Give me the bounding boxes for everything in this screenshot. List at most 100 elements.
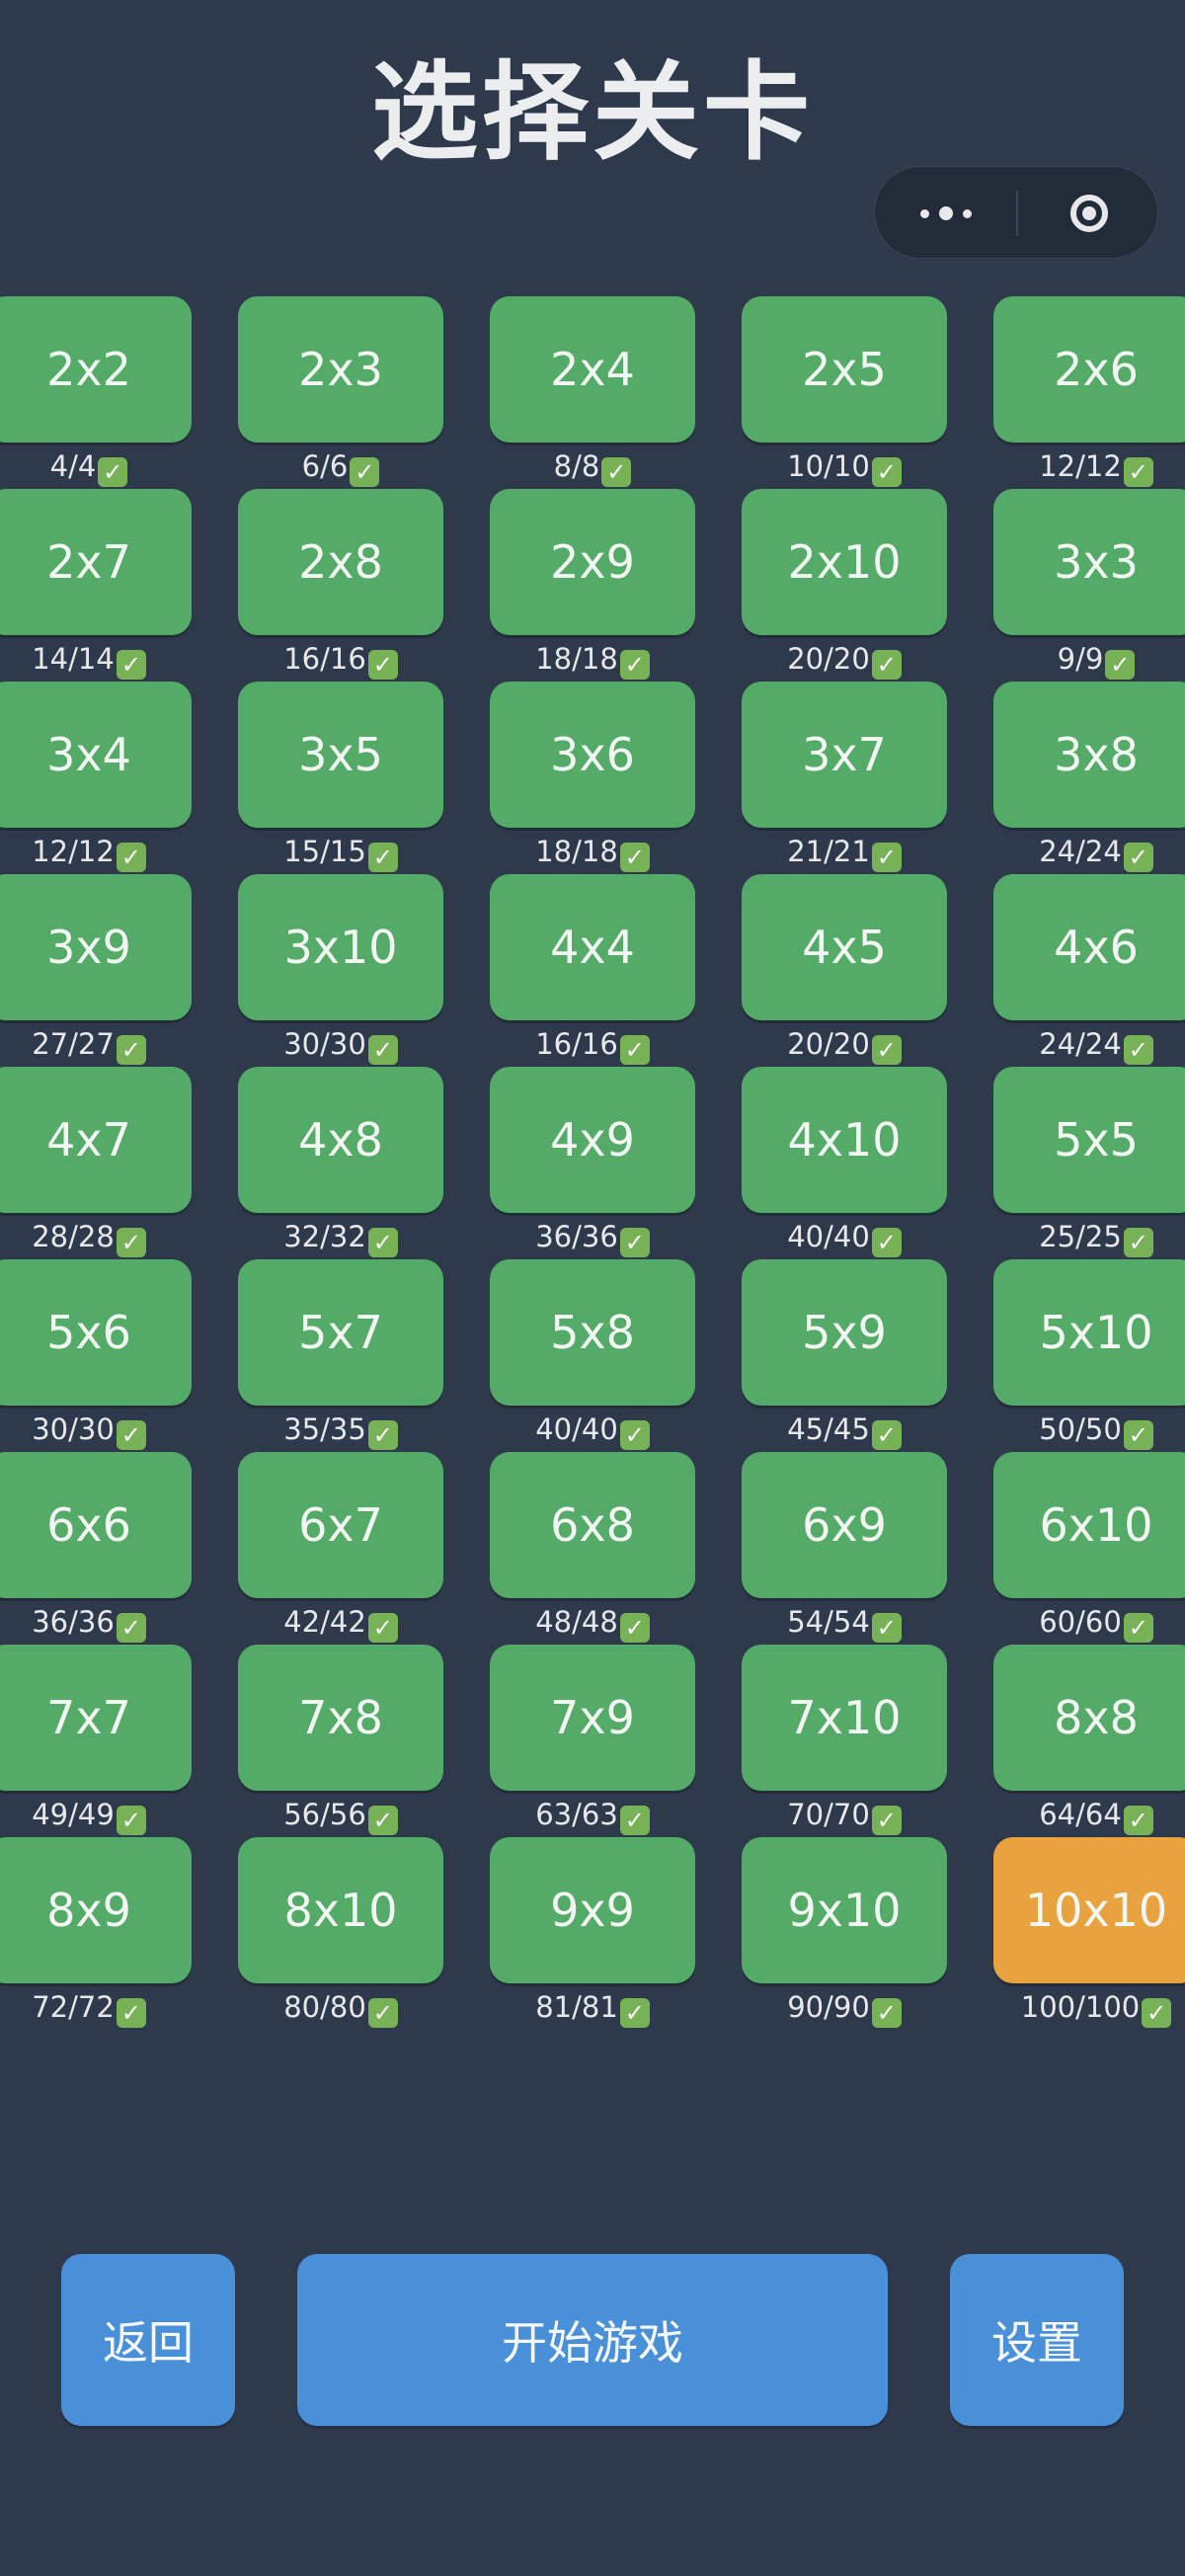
checkmark-icon: ✓ — [1105, 650, 1136, 680]
level-progress-text: 4/4 — [49, 449, 97, 483]
level-cell: 6x8 48/48 ✓ — [490, 1452, 695, 1643]
level-cell: 2x10 20/20 ✓ — [742, 489, 947, 680]
level-button[interactable]: 6x8 — [490, 1452, 695, 1598]
checkmark-icon: ✓ — [367, 1806, 398, 1835]
level-button[interactable]: 4x10 — [742, 1067, 947, 1213]
level-progress: 90/90 ✓ — [742, 1987, 947, 2028]
checkmark-icon: ✓ — [871, 1998, 902, 2028]
level-button[interactable]: 3x10 — [238, 874, 443, 1020]
level-progress-text: 56/56 — [283, 1798, 366, 1831]
level-progress-text: 36/36 — [535, 1220, 618, 1253]
checkmark-icon: ✓ — [1123, 1228, 1153, 1257]
level-button[interactable]: 4x8 — [238, 1067, 443, 1213]
level-button[interactable]: 8x10 — [238, 1837, 443, 1983]
level-button[interactable]: 6x6 — [0, 1452, 192, 1598]
level-button[interactable]: 7x9 — [490, 1645, 695, 1791]
more-dots-icon[interactable] — [875, 167, 1016, 260]
level-button[interactable]: 2x9 — [490, 489, 695, 635]
level-button[interactable]: 3x9 — [0, 874, 192, 1020]
level-progress-text: 54/54 — [787, 1605, 870, 1639]
level-button[interactable]: 2x3 — [238, 296, 443, 443]
level-button[interactable]: 2x2 — [0, 296, 192, 443]
checkmark-icon: ✓ — [367, 1420, 398, 1450]
level-button[interactable]: 2x10 — [742, 489, 947, 635]
level-button[interactable]: 9x9 — [490, 1837, 695, 1983]
level-cell: 10x10 100/100 ✓ — [993, 1837, 1185, 2028]
level-button[interactable]: 5x6 — [0, 1259, 192, 1406]
level-button[interactable]: 2x4 — [490, 296, 695, 443]
level-button[interactable]: 7x8 — [238, 1645, 443, 1791]
level-button[interactable]: 7x10 — [742, 1645, 947, 1791]
level-progress-text: 30/30 — [283, 1027, 366, 1061]
level-progress-text: 18/18 — [535, 835, 618, 868]
checkmark-icon: ✓ — [619, 1420, 650, 1450]
level-progress: 63/63 ✓ — [490, 1795, 695, 1835]
checkmark-icon: ✓ — [871, 1806, 902, 1835]
level-button[interactable]: 10x10 — [993, 1837, 1185, 1983]
level-progress: 49/49 ✓ — [0, 1795, 192, 1835]
back-button[interactable]: 返回 — [61, 2254, 235, 2426]
checkmark-icon: ✓ — [367, 843, 398, 872]
level-progress-text: 80/80 — [283, 1990, 366, 2024]
level-button[interactable]: 6x7 — [238, 1452, 443, 1598]
level-button[interactable]: 3x7 — [742, 682, 947, 828]
level-cell: 4x7 28/28 ✓ — [0, 1067, 192, 1257]
level-progress: 9/9 ✓ — [993, 639, 1185, 680]
level-progress: 56/56 ✓ — [238, 1795, 443, 1835]
checkmark-icon: ✓ — [1123, 1613, 1153, 1643]
level-progress-text: 40/40 — [535, 1412, 618, 1446]
level-progress-text: 42/42 — [283, 1605, 366, 1639]
checkmark-icon: ✓ — [116, 1228, 146, 1257]
level-cell: 5x8 40/40 ✓ — [490, 1259, 695, 1450]
level-button[interactable]: 2x6 — [993, 296, 1185, 443]
level-progress-text: 16/16 — [283, 642, 366, 676]
start-game-button[interactable]: 开始游戏 — [297, 2254, 888, 2426]
level-cell: 6x7 42/42 ✓ — [238, 1452, 443, 1643]
level-cell: 3x6 18/18 ✓ — [490, 682, 695, 872]
level-button[interactable]: 2x8 — [238, 489, 443, 635]
level-cell: 7x7 49/49 ✓ — [0, 1645, 192, 1835]
level-button[interactable]: 3x4 — [0, 682, 192, 828]
level-button[interactable]: 4x6 — [993, 874, 1185, 1020]
level-button[interactable]: 5x7 — [238, 1259, 443, 1406]
level-progress-text: 27/27 — [32, 1027, 115, 1061]
level-button[interactable]: 8x8 — [993, 1645, 1185, 1791]
level-button[interactable]: 7x7 — [0, 1645, 192, 1791]
level-button[interactable]: 4x5 — [742, 874, 947, 1020]
checkmark-icon: ✓ — [116, 1035, 146, 1065]
level-cell: 7x8 56/56 ✓ — [238, 1645, 443, 1835]
level-progress-text: 36/36 — [32, 1605, 115, 1639]
checkmark-icon: ✓ — [619, 1035, 650, 1065]
level-progress-text: 14/14 — [32, 642, 115, 676]
level-button[interactable]: 3x3 — [993, 489, 1185, 635]
level-button[interactable]: 4x4 — [490, 874, 695, 1020]
level-button[interactable]: 6x10 — [993, 1452, 1185, 1598]
level-button[interactable]: 5x5 — [993, 1067, 1185, 1213]
level-button[interactable]: 5x8 — [490, 1259, 695, 1406]
level-button[interactable]: 3x8 — [993, 682, 1185, 828]
level-cell: 2x4 8/8 ✓ — [490, 296, 695, 487]
level-progress: 4/4 ✓ — [0, 446, 192, 487]
level-cell: 6x6 36/36 ✓ — [0, 1452, 192, 1643]
level-cell: 4x8 32/32 ✓ — [238, 1067, 443, 1257]
level-button[interactable]: 3x5 — [238, 682, 443, 828]
level-progress-text: 45/45 — [787, 1412, 870, 1446]
level-button[interactable]: 2x5 — [742, 296, 947, 443]
settings-button[interactable]: 设置 — [950, 2254, 1124, 2426]
level-button[interactable]: 4x7 — [0, 1067, 192, 1213]
checkmark-icon: ✓ — [116, 1806, 146, 1835]
level-button[interactable]: 6x9 — [742, 1452, 947, 1598]
level-button[interactable]: 5x9 — [742, 1259, 947, 1406]
level-button[interactable]: 8x9 — [0, 1837, 192, 1983]
level-progress-text: 25/25 — [1039, 1220, 1122, 1253]
level-button[interactable]: 4x9 — [490, 1067, 695, 1213]
level-button[interactable]: 2x7 — [0, 489, 192, 635]
level-progress-text: 21/21 — [787, 835, 870, 868]
level-button[interactable]: 3x6 — [490, 682, 695, 828]
level-progress: 27/27 ✓ — [0, 1024, 192, 1065]
level-button[interactable]: 5x10 — [993, 1259, 1185, 1406]
level-progress-text: 18/18 — [535, 642, 618, 676]
target-circle-icon[interactable] — [1018, 167, 1159, 260]
level-progress-text: 72/72 — [32, 1990, 115, 2024]
level-button[interactable]: 9x10 — [742, 1837, 947, 1983]
